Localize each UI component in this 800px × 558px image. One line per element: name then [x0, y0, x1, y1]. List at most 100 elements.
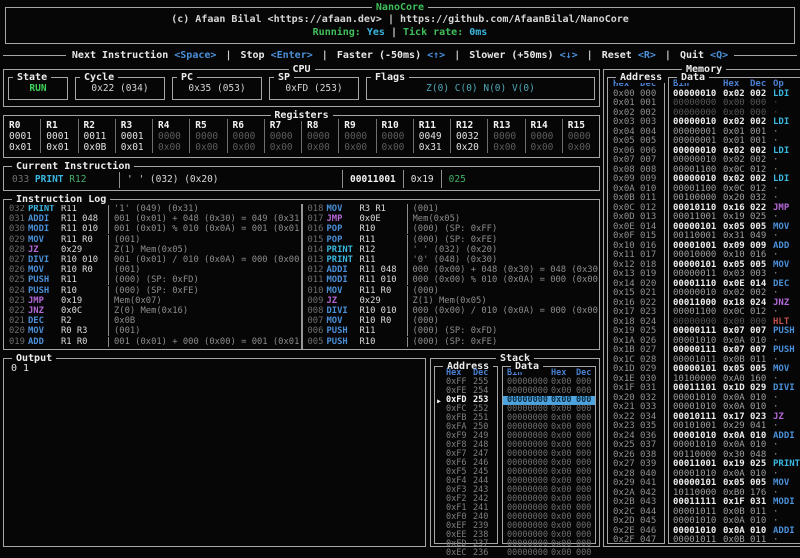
cpu-flags-label: Flags: [371, 72, 409, 83]
control-label: Next Instruction: [72, 50, 174, 61]
log-args: R0 R3: [61, 326, 107, 336]
stack-value-hex: 0x00: [551, 549, 576, 558]
register-r6: R600000x00: [228, 119, 265, 153]
divider: [108, 337, 109, 347]
register-name: R6: [233, 120, 264, 131]
divider: [407, 337, 408, 347]
output-text: 0 1: [4, 359, 425, 378]
log-opcode: JNZ: [28, 306, 61, 316]
control-separator: |: [313, 50, 337, 61]
controls-items: Next Instruction <Space> | Stop <Enter> …: [66, 50, 734, 61]
stack-address-box[interactable]: Address HexDec0xFF2550xFE254▶0xFD2530xFC…: [434, 366, 498, 544]
stack-data-box[interactable]: Data BinHexDec000000000x00000000000000x0…: [502, 366, 596, 544]
register-hex-value: 0x00: [344, 142, 375, 153]
divider: [407, 306, 408, 316]
current-instruction-detail: ' ' (032) (0x20): [127, 174, 335, 185]
register-dec-value: 0000: [382, 131, 413, 142]
log-detail: (000) (SP: 0xFE): [413, 235, 600, 245]
log-args: R10: [360, 224, 406, 234]
log-args: R11 010: [360, 275, 406, 285]
instruction-log-left[interactable]: 032PRINTR11'1' (049) (0x31)031ADDIR11 04…: [4, 204, 303, 349]
log-opcode: JMP: [28, 296, 61, 306]
log-line-number: 025: [9, 275, 28, 285]
log-line-number: 024: [9, 286, 28, 296]
log-opcode: MOV: [28, 235, 61, 245]
register-name: R5: [195, 120, 226, 131]
register-dec-value: 0000: [270, 131, 301, 142]
log-detail: 001 (0x01) + 000 (0x00) = 001 (0x01): [114, 337, 301, 347]
log-detail: (000) (SP: 0xFE): [413, 337, 600, 347]
divider: [108, 326, 109, 336]
register-hex-value: 0x01: [121, 142, 152, 153]
register-dec-value: 0000: [307, 131, 338, 142]
control-label: Faster (-50ms): [337, 50, 427, 61]
divider: [108, 296, 109, 306]
stack-data-rows: BinHexDec000000000x00000000000000x000000…: [503, 367, 595, 558]
cpu-state-value: RUN: [29, 83, 46, 94]
divider: [407, 224, 408, 234]
output-title: Output: [12, 353, 56, 364]
control-separator: |: [656, 50, 680, 61]
log-opcode: DIVI: [327, 306, 360, 316]
log-args: R11 048: [360, 265, 406, 275]
memory-address-box[interactable]: Address HexDec0x000000x010010x020020x030…: [607, 77, 665, 544]
log-row: 026MOVR10 R0(001): [9, 265, 301, 275]
log-line-number: 006: [308, 326, 327, 336]
memory-data-rows: BinHexDecOp000000100x02002LDI000000000x0…: [669, 78, 800, 546]
current-instruction-panel: Current Instruction 033 PRINT R12 ' ' (0…: [3, 166, 600, 191]
register-hex-value: 0x00: [233, 142, 264, 153]
register-dec-value: 0000: [233, 131, 264, 142]
memory-data-box[interactable]: Data BinHexDecOp000000100x02002LDI000000…: [668, 77, 800, 544]
log-args: R10: [61, 286, 107, 296]
log-opcode: ADD: [28, 337, 61, 347]
register-hex-value: 0x00: [493, 142, 524, 153]
control-faster-50ms[interactable]: Faster (-50ms) <↑>: [337, 50, 445, 61]
register-r0: R000010x01: [4, 119, 41, 153]
running-value: Yes: [367, 27, 385, 38]
log-args: R10 010: [360, 306, 406, 316]
memory-address-row: 0x2F047: [608, 536, 664, 546]
control-next-instruction[interactable]: Next Instruction <Space>: [72, 50, 217, 61]
instruction-log-right[interactable]: 018MOVR3 R1(001)017JMP0x0EMem(0x05)016PO…: [303, 204, 600, 349]
control-slower-50ms[interactable]: Slower (+50ms) <↓>: [469, 50, 577, 61]
current-instruction-text: 033 PRINT R12: [12, 174, 112, 185]
divider: [108, 275, 109, 285]
control-quit[interactable]: Quit <Q>: [680, 50, 728, 61]
divider: [407, 316, 408, 326]
log-line-number: 012: [308, 265, 327, 275]
control-label: Stop: [240, 50, 270, 61]
log-row: 015POPR11(000) (SP: 0xFE): [308, 235, 600, 245]
log-args: R3 R1: [360, 204, 406, 214]
register-r1: R100010x01: [41, 119, 78, 153]
registers-row: R000010x01R100010x01R200110x0BR300010x01…: [4, 116, 599, 153]
log-line-number: 008: [308, 306, 327, 316]
tick-rate-label: Tick rate:: [403, 27, 463, 38]
log-line-number: 030: [9, 224, 28, 234]
memory-address-rows: HexDec0x000000x010010x020020x030030x0400…: [608, 78, 664, 546]
memory-address-dec: 047: [640, 536, 661, 546]
log-detail: 000 (0x00) / 010 (0x0A) = 000 (0x00): [413, 306, 600, 316]
control-key: <R>: [638, 50, 656, 61]
register-dec-value: 0049: [419, 131, 450, 142]
control-stop[interactable]: Stop <Enter>: [240, 50, 312, 61]
log-row: 030MODIR11 010001 (0x01) % 010 (0x0A) = …: [9, 224, 301, 234]
control-reset[interactable]: Reset <R>: [602, 50, 656, 61]
cpu-cycle-value: 0x22 (034): [91, 83, 148, 94]
log-detail: 001 (0x01) % 010 (0x0A) = 001 (0x01): [114, 224, 301, 234]
register-name: R11: [419, 120, 450, 131]
register-hex-value: 0x0B: [84, 142, 115, 153]
stack-address-hex: 0xEC: [446, 549, 473, 558]
log-detail: Z(1) Mem(0x05): [114, 245, 301, 255]
registers-panel: Registers R000010x01R100010x01R200110x0B…: [3, 115, 600, 158]
cpu-pc-box: PC 0x35 (053): [172, 77, 262, 100]
log-row: 013PRINTR11'0' (048) (0x30): [308, 255, 600, 265]
log-args: 0x29: [61, 245, 107, 255]
log-line-number: 031: [9, 214, 28, 224]
register-hex-value: 0x00: [568, 142, 599, 153]
register-dec-value: 0000: [344, 131, 375, 142]
stack-value-dec: 000: [576, 549, 594, 558]
stack-panel: Stack Address HexDec0xFF2550xFE254▶0xFD2…: [430, 358, 600, 547]
control-key: <↑>: [427, 50, 445, 61]
instruction-log-panel: Instruction Log 032PRINTR11'1' (049) (0x…: [3, 199, 600, 350]
log-row: 032PRINTR11'1' (049) (0x31): [9, 204, 301, 214]
